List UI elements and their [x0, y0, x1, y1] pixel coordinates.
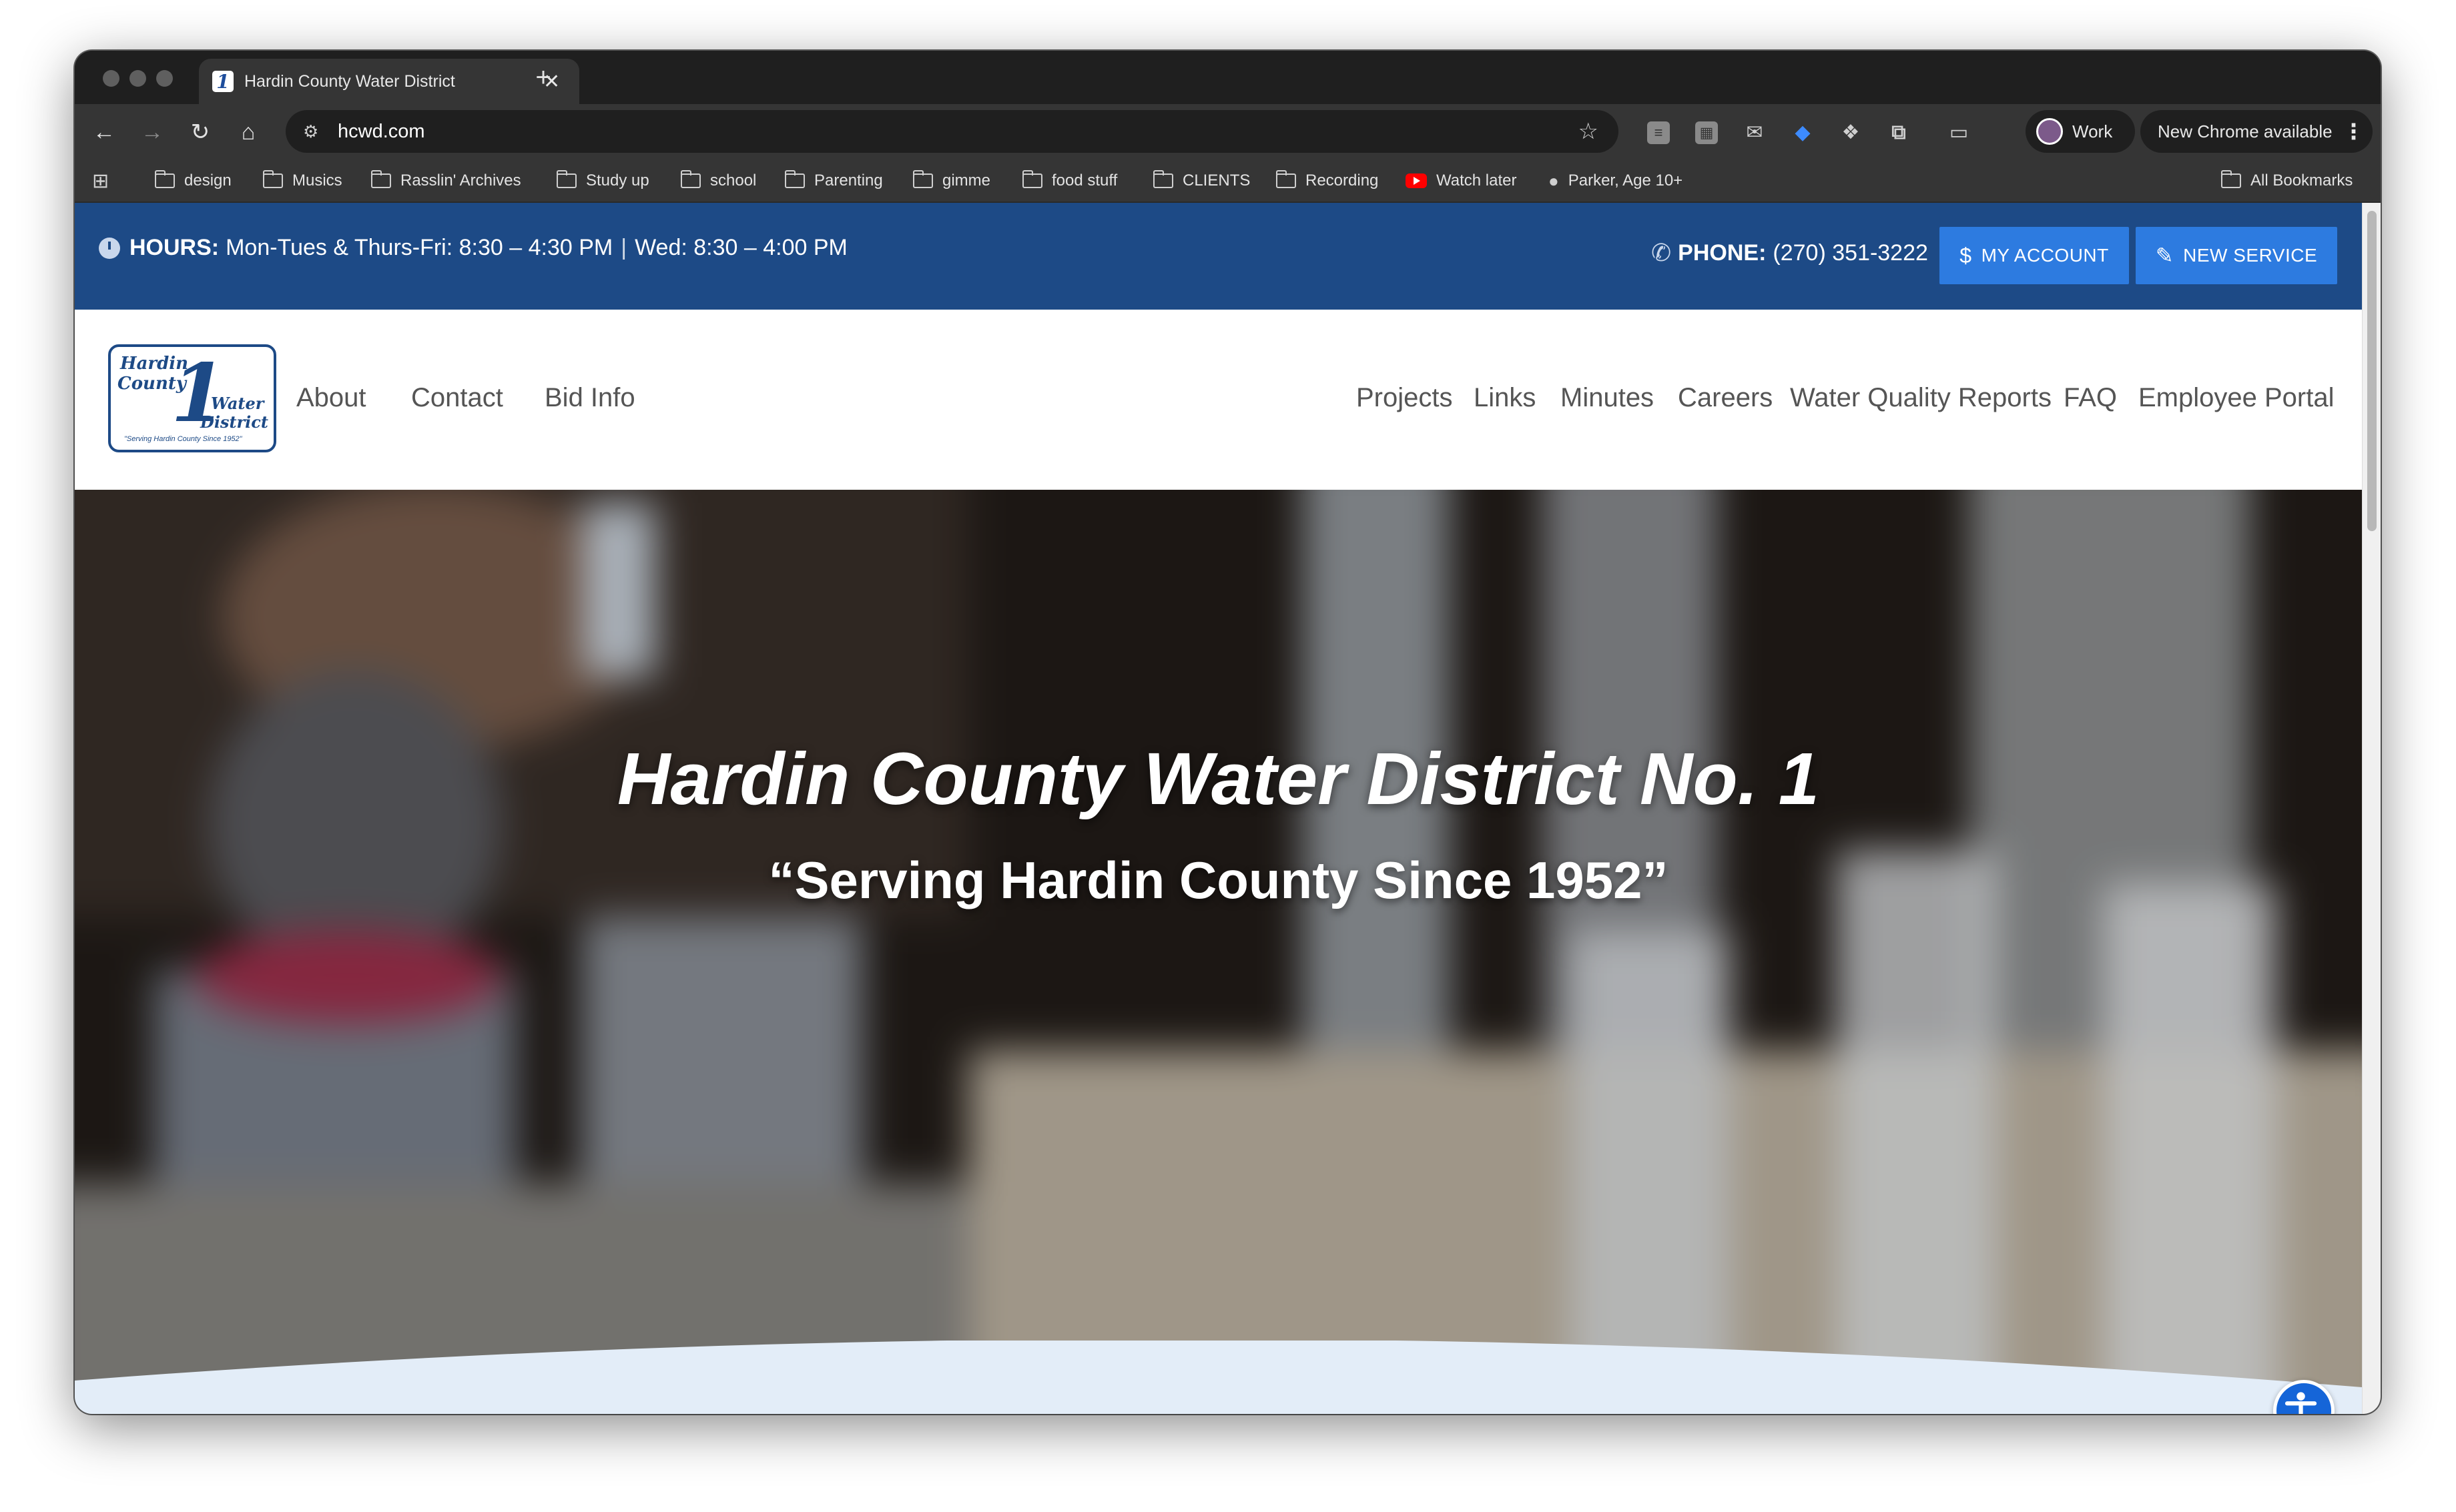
scrollbar-thumb[interactable] [2367, 211, 2377, 531]
profile-label: Work [2072, 121, 2113, 141]
magic-wand-icon: ✎ [2155, 244, 2174, 268]
folder-icon [155, 170, 175, 188]
new-service-button[interactable]: ✎ NEW SERVICE [2136, 227, 2337, 284]
url-text[interactable]: hcwd.com [338, 121, 425, 143]
hours-separator: | [621, 235, 627, 260]
bookmarks-bar: ⊞ design Musics Rasslin' Archives Study … [75, 159, 2381, 203]
folder-icon [263, 170, 283, 188]
hours-wednesday: Wed: 8:30 – 4:00 PM [635, 235, 848, 260]
reload-icon[interactable]: ↻ [183, 115, 218, 149]
clock-icon [99, 237, 120, 259]
nav-links[interactable]: Links [1474, 383, 1536, 413]
avatar [2036, 118, 2063, 145]
folder-icon [913, 170, 933, 188]
main-navigation: Hardin County 1 Water District "Serving … [75, 310, 2362, 490]
apps-grid-icon[interactable]: ⊞ [92, 159, 109, 203]
hero-overlay [75, 490, 2362, 1414]
bookmark-folder[interactable]: design [155, 159, 232, 203]
side-panel-icon[interactable]: ▭ [1947, 121, 1970, 144]
logo-text: Water [211, 394, 264, 413]
kebab-menu-icon: ⋮ [2343, 119, 2365, 143]
all-bookmarks-button[interactable]: All Bookmarks [2221, 159, 2353, 203]
hours-info: HOURS: Mon-Tues & Thurs-Fri: 8:30 – 4:30… [99, 235, 848, 261]
hero-title: Hardin County Water District No. 1 [617, 738, 1819, 820]
nav-water-quality-reports[interactable]: Water Quality Reports [1790, 383, 2052, 413]
profile-button[interactable]: Work [2026, 110, 2135, 153]
tag-icon[interactable]: ◆ [1791, 121, 1814, 144]
phone-number[interactable]: (270) 351-3222 [1773, 240, 1928, 266]
browser-window: 1 Hardin County Water District ✕ + ← → ↻… [75, 51, 2381, 1414]
web-page: HOURS: Mon-Tues & Thurs-Fri: 8:30 – 4:30… [75, 203, 2362, 1414]
hero-banner: Hardin County Water District No. 1 “Serv… [75, 490, 2362, 1414]
site-logo[interactable]: Hardin County 1 Water District "Serving … [108, 344, 276, 452]
bookmark-star-icon[interactable]: ☆ [1578, 118, 1598, 145]
accessibility-icon[interactable] [2273, 1380, 2335, 1414]
folder-icon [371, 170, 391, 188]
bookmark-link[interactable]: ● Parker, Age 10+ [1548, 159, 1682, 203]
bookmark-folder[interactable]: Study up [557, 159, 649, 203]
phone-label: PHONE: [1678, 240, 1767, 266]
minimize-window-icon[interactable] [129, 70, 146, 87]
bookmark-folder[interactable]: Musics [263, 159, 342, 203]
extension-icon[interactable]: ▦ [1695, 121, 1718, 144]
phone-info[interactable]: ✆ PHONE: (270) 351-3222 [1651, 239, 1928, 267]
site-favicon: 1 [212, 71, 234, 93]
bookmark-folder[interactable]: Rasslin' Archives [371, 159, 521, 203]
mail-icon[interactable]: ✉ [1743, 121, 1766, 144]
folder-icon [1153, 170, 1173, 188]
hero-subtitle: “Serving Hardin County Since 1952” [768, 851, 1668, 909]
bookmark-link[interactable]: Watch later [1406, 159, 1516, 203]
folder-icon [2221, 170, 2241, 188]
tab-strip: 1 Hardin County Water District ✕ + [75, 51, 2381, 104]
new-tab-icon[interactable]: + [523, 59, 563, 99]
back-icon[interactable]: ← [87, 115, 121, 149]
nav-bid-info[interactable]: Bid Info [545, 383, 635, 413]
folder-icon [1022, 170, 1042, 188]
update-label: New Chrome available [2158, 121, 2333, 141]
browser-toolbar: ← → ↻ ⌂ ⚙ hcwd.com ☆ ≡ ▦ ✉ ◆ ❖ ⧉ ▭ Work … [75, 104, 2381, 159]
page-scrollbar[interactable] [2362, 203, 2381, 1414]
bookmark-folder[interactable]: Parenting [785, 159, 883, 203]
my-account-button[interactable]: $ MY ACCOUNT [1939, 227, 2129, 284]
nav-faq[interactable]: FAQ [2064, 383, 2117, 413]
close-window-icon[interactable] [103, 70, 119, 87]
phone-icon: ✆ [1651, 239, 1672, 266]
folder-icon [1276, 170, 1296, 188]
nav-minutes[interactable]: Minutes [1560, 383, 1654, 413]
folder-icon [785, 170, 805, 188]
maximize-window-icon[interactable] [156, 70, 173, 87]
puzzle-icon[interactable]: ⧉ [1887, 121, 1910, 144]
hours-label: HOURS: [129, 235, 220, 260]
chrome-update-button[interactable]: New Chrome available ⋮ [2140, 110, 2373, 153]
hours-weekday: Mon-Tues & Thurs-Fri: 8:30 – 4:30 PM [226, 235, 613, 260]
home-icon[interactable]: ⌂ [231, 115, 266, 149]
nav-contact[interactable]: Contact [411, 383, 503, 413]
bookmark-folder[interactable]: school [681, 159, 756, 203]
address-bar[interactable]: ⚙ hcwd.com ☆ [286, 110, 1618, 153]
bookmark-folder[interactable]: gimme [913, 159, 990, 203]
bookmark-folder[interactable]: Recording [1276, 159, 1378, 203]
nav-projects[interactable]: Projects [1356, 383, 1453, 413]
nav-careers[interactable]: Careers [1678, 383, 1773, 413]
bookmark-folder[interactable]: CLIENTS [1153, 159, 1250, 203]
extension-icon[interactable]: ≡ [1647, 121, 1670, 144]
nav-about[interactable]: About [296, 383, 366, 413]
nav-employee-portal[interactable]: Employee Portal [2138, 383, 2334, 413]
hero-wave-divider [75, 1341, 2362, 1414]
logo-tagline: "Serving Hardin County Since 1952" [124, 435, 242, 443]
info-bar: HOURS: Mon-Tues & Thurs-Fri: 8:30 – 4:30… [75, 203, 2362, 310]
youtube-icon [1406, 173, 1427, 188]
gift-icon[interactable]: ❖ [1839, 121, 1862, 144]
dollar-icon: $ [1959, 243, 1972, 268]
apple-icon: ● [1548, 170, 1559, 191]
forward-icon[interactable]: → [135, 115, 170, 149]
browser-tab[interactable]: 1 Hardin County Water District ✕ [199, 59, 579, 104]
folder-icon [681, 170, 701, 188]
tab-title: Hardin County Water District [244, 71, 455, 91]
site-info-icon[interactable]: ⚙ [303, 121, 330, 142]
logo-text: District [200, 412, 268, 432]
folder-icon [557, 170, 577, 188]
bookmark-folder[interactable]: food stuff [1022, 159, 1117, 203]
